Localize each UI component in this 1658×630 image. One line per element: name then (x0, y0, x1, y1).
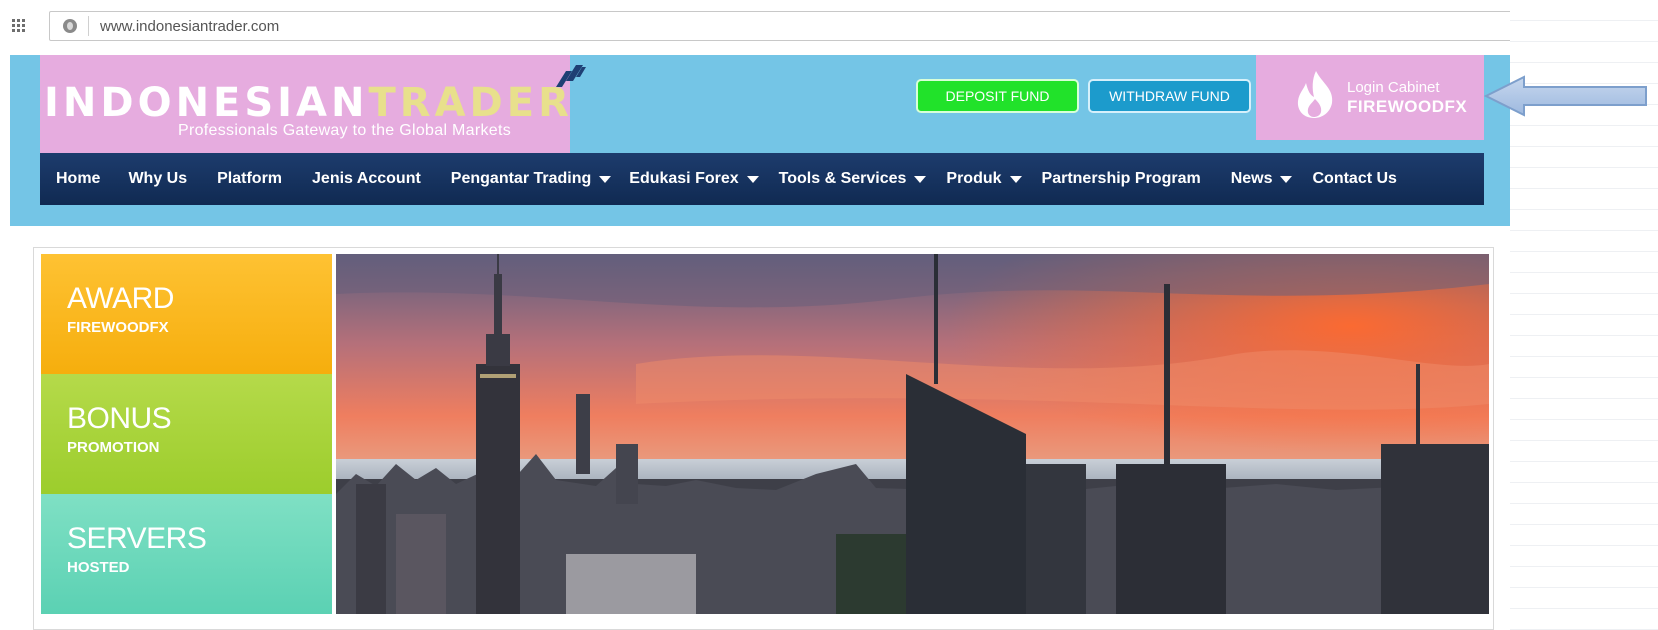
logo-swoosh-icon (556, 65, 586, 87)
login-cabinet-button[interactable]: Login Cabinet FIREWOODFX (1256, 55, 1484, 140)
site-logo[interactable]: INDONESIANTRADER Professionals Gateway t… (40, 55, 586, 153)
nav-produk[interactable]: Produk (946, 170, 1022, 188)
apps-grid-icon[interactable] (12, 19, 26, 32)
tile-title: BONUS (67, 402, 172, 435)
tile-subtitle: PROMOTION (67, 439, 160, 456)
address-separator (88, 16, 89, 36)
logo-text-part2: TRADER (368, 80, 573, 126)
nav-edukasi-forex[interactable]: Edukasi Forex (629, 170, 759, 188)
url-text[interactable]: www.indonesiantrader.com (100, 18, 279, 35)
hero-cityscape-image (336, 254, 1489, 614)
logo-tagline: Professionals Gateway to the Global Mark… (178, 122, 512, 139)
chevron-down-icon (746, 175, 759, 183)
tile-subtitle: HOSTED (67, 559, 130, 576)
nav-label: Partnership Program (1041, 170, 1201, 187)
nav-label: Contact Us (1312, 170, 1397, 187)
content-frame: AWARD FIREWOODFX BONUS PROMOTION SERVERS… (33, 247, 1494, 630)
deposit-fund-button[interactable]: DEPOSIT FUND (916, 79, 1079, 113)
nav-why-us[interactable]: Why Us (128, 170, 187, 188)
chevron-down-icon (599, 175, 612, 183)
nav-home[interactable]: Home (56, 170, 100, 188)
flame-icon (1297, 71, 1333, 118)
chevron-down-icon (1280, 175, 1293, 183)
award-tile[interactable]: AWARD FIREWOODFX (41, 254, 332, 374)
chevron-down-icon (914, 175, 927, 183)
nav-pengantar-trading[interactable]: Pengantar Trading (450, 170, 612, 188)
nav-label: Why Us (128, 170, 188, 187)
address-bar[interactable]: www.indonesiantrader.com (49, 11, 1514, 41)
nav-tools-services[interactable]: Tools & Services (779, 170, 927, 188)
arrow-left-icon (1484, 75, 1647, 117)
logo-text-part1: INDONESIAN (44, 80, 369, 126)
nav-news[interactable]: News (1231, 170, 1293, 188)
nav-label: News (1230, 170, 1273, 187)
nav-partnership-program[interactable]: Partnership Program (1042, 170, 1201, 188)
login-label: Login Cabinet (1347, 79, 1440, 96)
site-header: INDONESIANTRADER Professionals Gateway t… (10, 55, 1510, 226)
servers-tile[interactable]: SERVERS HOSTED (41, 494, 332, 614)
logo-wordmark: INDONESIANTRADER (44, 80, 573, 126)
bonus-tile[interactable]: BONUS PROMOTION (41, 374, 332, 494)
main-nav: Home Why Us Platform Jenis Account Penga… (40, 153, 1484, 205)
globe-icon (63, 19, 77, 33)
nav-label: Tools & Services (778, 170, 907, 187)
tile-title: AWARD (67, 282, 174, 315)
nav-label: Jenis Account (312, 170, 421, 187)
tile-title: SERVERS (67, 522, 207, 555)
browser-toolbar: www.indonesiantrader.com (0, 0, 1514, 50)
login-brand: FIREWOODFX (1347, 97, 1468, 116)
nav-label: Pengantar Trading (450, 170, 592, 187)
nav-contact-us[interactable]: Contact Us (1312, 170, 1396, 188)
nav-jenis-account[interactable]: Jenis Account (312, 170, 421, 188)
withdraw-fund-button[interactable]: WITHDRAW FUND (1088, 79, 1251, 113)
chevron-down-icon (1009, 175, 1022, 183)
tile-subtitle: FIREWOODFX (67, 319, 169, 336)
nav-label: Home (56, 170, 101, 187)
nav-label: Edukasi Forex (629, 170, 739, 187)
nav-label: Platform (217, 170, 283, 187)
nav-platform[interactable]: Platform (217, 170, 282, 188)
nav-label: Produk (946, 170, 1002, 187)
